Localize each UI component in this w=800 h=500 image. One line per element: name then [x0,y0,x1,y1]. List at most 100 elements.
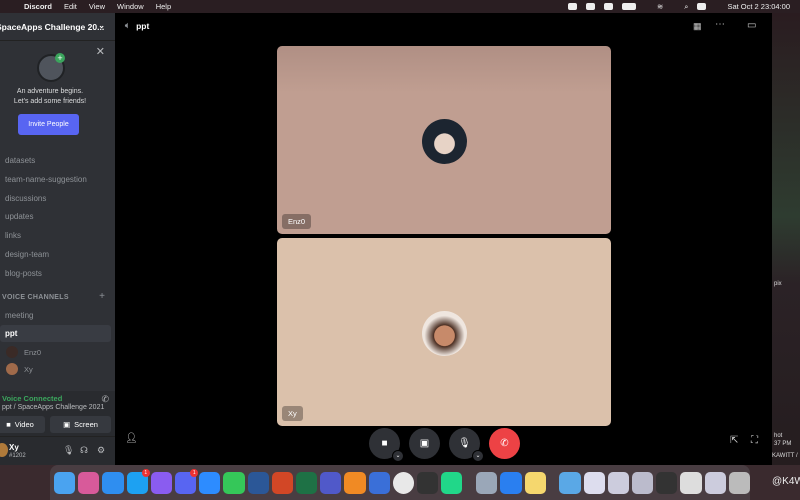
desktop-text: @K4W [772,476,800,487]
books-icon[interactable] [344,471,366,494]
twitter-icon[interactable]: 1 [126,468,150,494]
avatar[interactable] [0,443,8,457]
window-thumbnail[interactable] [632,471,654,494]
camera-icon: ■ [381,438,388,449]
channel-blog-posts[interactable]: blog-posts [0,265,111,282]
avatar [6,363,18,375]
hang-up-icon: ✆ [500,438,509,449]
desktop-text: hot [774,433,783,439]
dock-separator [549,472,557,494]
desktop-text: pix [774,281,782,287]
channel-datasets[interactable]: datasets [0,152,111,169]
disconnect-icon[interactable]: ✆ [101,394,109,405]
menu-bar: Discord Edit View Window Help ≋ ⌕ Sat Oc… [0,0,800,13]
avatar [6,346,18,358]
wifi-icon[interactable]: ≋ [657,2,663,11]
more-icon[interactable]: ⋯ [715,19,725,30]
window-thumbnail[interactable] [583,471,605,494]
video-button[interactable]: ■ Video [0,416,45,433]
fullscreen-icon[interactable]: ⛶ [751,435,758,446]
safari-icon[interactable] [102,471,124,494]
battery-icon[interactable] [621,3,636,10]
menu-view[interactable]: View [89,2,105,11]
voice-user[interactable]: Enz0 [6,346,41,358]
obs-icon[interactable] [417,471,439,494]
finder-icon[interactable] [54,471,76,494]
participant-name: Enz0 [282,214,312,229]
word-icon[interactable] [247,471,269,494]
video-label: Video [14,420,34,429]
inbox-icon[interactable]: ▭ [747,20,756,31]
status-icon[interactable] [603,3,613,10]
notes-icon[interactable] [524,471,546,494]
screen-button[interactable]: ▣ Screen [50,416,111,433]
downloads-folder-icon[interactable] [559,471,581,494]
pycharm-icon[interactable] [441,471,463,494]
teams-icon[interactable] [320,471,342,494]
channel-updates[interactable]: updates [0,208,111,225]
messenger-icon[interactable] [150,471,173,494]
notes-app-icon[interactable] [368,471,390,494]
username: Xy [9,443,19,452]
facetime-icon[interactable] [223,471,245,494]
discord-icon[interactable]: 1 [175,468,199,494]
channel-discussions[interactable]: discussions [0,190,111,207]
chevron-down-icon[interactable]: ⌄ [392,450,404,462]
server-name: SpaceApps Challenge 20... [0,21,105,32]
dock: 1 1 [50,465,751,500]
clock[interactable]: Sat Oct 2 23:04:00 [727,2,790,11]
chevron-down-icon[interactable]: ⌄ [472,450,484,462]
voice-user-name: Enz0 [24,347,42,357]
voice-category[interactable]: VOICE CHANNELS [2,294,69,301]
screen-share-icon: ▣ [63,420,71,429]
window-thumbnail[interactable] [680,471,702,494]
window-thumbnail[interactable] [607,471,630,494]
menu-edit[interactable]: Edit [64,2,77,11]
user-panel: Xy #1202 🎙︎ ☊ ⚙ [0,437,115,465]
add-channel-icon[interactable]: + [99,291,105,302]
camera-button[interactable]: ■ ⌄ [369,428,404,462]
status-icon[interactable] [585,3,595,10]
participant-tile[interactable]: Xy [277,238,611,426]
voice-connected-label[interactable]: Voice Connected [2,394,62,403]
menu-app[interactable]: Discord [24,2,52,11]
channel-links[interactable]: links [0,227,111,244]
search-icon[interactable]: ⌕ [684,2,688,12]
microphone-icon[interactable]: 🎙︎ [63,445,74,456]
microphone-button[interactable]: 🎙︎ ⌄ [449,428,484,462]
window-thumbnail[interactable] [656,471,678,494]
status-icon[interactable] [567,3,577,10]
menu-window[interactable]: Window [117,2,144,11]
popout-icon[interactable]: ⇱ [730,435,738,446]
voice-channel-ppt[interactable]: ppt [0,325,111,342]
participant-tile[interactable]: Enz0 [277,46,611,234]
voice-channel-meeting[interactable]: meeting [0,307,111,324]
channel-design-team[interactable]: design-team [0,246,111,263]
powerpoint-icon[interactable] [271,471,294,494]
excel-icon[interactable] [296,471,318,494]
channel-team-name-suggestion[interactable]: team-name-suggestion [0,171,111,188]
screen-share-button[interactable]: ▣ [409,428,440,459]
voice-call-view: 🔈︎ ppt ▦ ⋯ ▭ Enz0 Xy 👤︎ ■ ⌄ ▣ 🎙︎ ⌄ ✆ ⇱ ⛶ [115,13,772,465]
menu-help[interactable]: Help [156,2,171,11]
add-user-icon[interactable]: 👤︎ [125,433,138,444]
close-icon[interactable]: ✕ [96,45,105,58]
zoom-icon[interactable] [199,471,221,494]
grid-layout-icon[interactable]: ▦ [693,21,702,32]
window-thumbnail[interactable] [704,471,726,494]
channel-sidebar: SpaceApps Challenge 20... ⌄ ✕ + An advent… [0,13,115,465]
preview-icon[interactable] [476,471,498,494]
chrome-icon[interactable] [392,471,415,494]
gear-icon[interactable]: ⚙ [97,445,105,456]
headphones-icon[interactable]: ☊ [80,445,88,456]
screen-label: Screen [74,420,98,429]
trash-icon[interactable] [728,471,751,494]
control-center-icon[interactable] [697,3,707,10]
disconnect-button[interactable]: ✆ [489,428,520,459]
app-store-icon[interactable] [500,471,522,494]
invite-people-button[interactable]: Invite People [18,114,79,135]
voice-user[interactable]: Xy [6,363,33,375]
server-header[interactable]: SpaceApps Challenge 20... ⌄ [0,13,115,41]
speaker-icon: 🔈︎ [125,20,131,30]
launchpad-icon[interactable] [78,471,100,494]
